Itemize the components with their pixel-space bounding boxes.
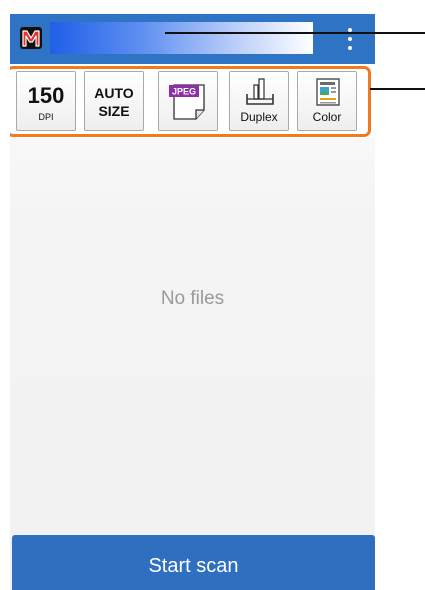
callout-line-title: [165, 32, 425, 34]
callout-line-toolbar: [370, 88, 425, 90]
app-logo-icon: [20, 27, 42, 49]
empty-files-message: No files: [160, 288, 225, 309]
scanner-app-screen: 150 DPI AUTO SIZE JPEG Duplex Color No f…: [10, 14, 375, 590]
app-bar: [10, 14, 375, 64]
app-title: [50, 22, 313, 54]
scan-settings-toolbar: 150 DPI AUTO SIZE JPEG Duplex Color: [10, 64, 375, 138]
toolbar-highlight-box: [10, 66, 371, 137]
start-scan-button[interactable]: Start scan: [12, 535, 375, 590]
